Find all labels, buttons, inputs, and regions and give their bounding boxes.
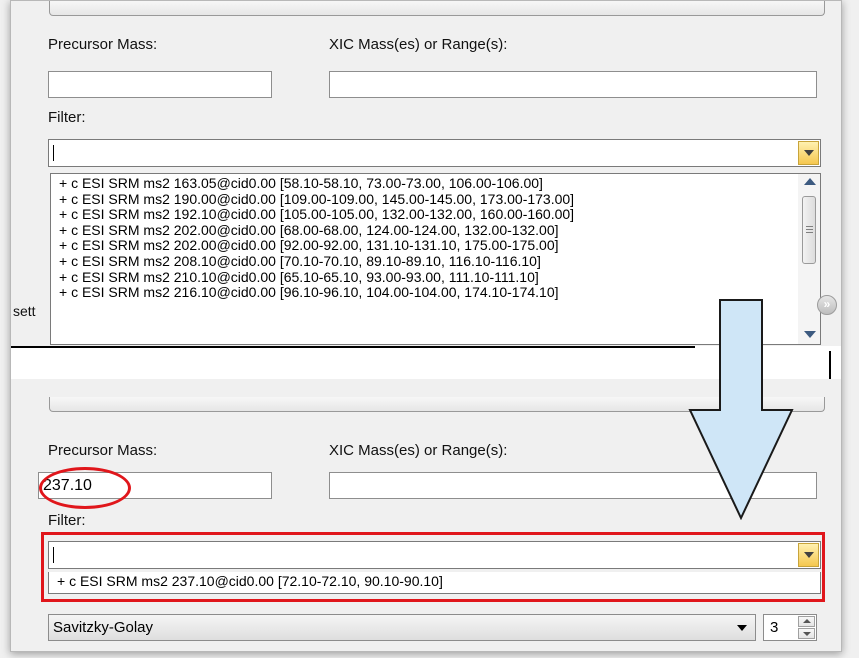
filter-option[interactable]: + c ESI SRM ms2 208.10@cid0.00 [70.10-70… [51, 253, 820, 270]
precursor-mass-input[interactable] [48, 71, 272, 98]
scrollbar-thumb[interactable] [802, 196, 816, 264]
arrow-shape [688, 299, 794, 520]
highlight-oval [39, 467, 131, 509]
filter-label: Filter: [48, 109, 86, 126]
filter-option[interactable]: + c ESI SRM ms2 202.00@cid0.00 [92.00-92… [51, 238, 820, 254]
text-caret [53, 145, 54, 161]
chevron-down-icon[interactable] [737, 625, 747, 631]
settings-tab-label: sett [13, 303, 36, 319]
filter-label: Filter: [48, 512, 86, 529]
filter-list-items: + c ESI SRM ms2 163.05@cid0.00 [58.10-58… [51, 174, 820, 301]
scroll-down-arrow-icon[interactable] [804, 331, 816, 338]
double-chevron-down-icon[interactable]: » [817, 295, 837, 315]
dropdown-arrow-icon [803, 150, 814, 156]
highlight-rectangle [41, 532, 825, 602]
precursor-mass-label: Precursor Mass: [48, 442, 158, 459]
filter-dropdown-button[interactable] [798, 141, 819, 165]
smoothing-points-value: 3 [770, 619, 779, 636]
smoothing-points-stepper[interactable]: 3 [763, 614, 817, 641]
filter-list-scrollbar[interactable] [798, 174, 820, 344]
stepper-buttons [798, 616, 815, 639]
stepper-up-icon[interactable] [798, 616, 815, 627]
xic-mass-label: XIC Mass(es) or Range(s): [329, 442, 508, 459]
smoothing-type-value: Savitzky-Golay [53, 619, 154, 636]
separator-line-top [11, 346, 695, 348]
xic-mass-input[interactable] [329, 71, 817, 98]
scroll-up-arrow-icon[interactable] [804, 178, 816, 185]
grip-line [806, 229, 813, 230]
stepper-down-icon[interactable] [798, 628, 815, 639]
group-box-top-strip [49, 1, 825, 16]
filter-option[interactable]: + c ESI SRM ms2 202.00@cid0.00 [68.00-68… [51, 222, 820, 239]
grip-line [806, 226, 813, 227]
filter-option[interactable]: + c ESI SRM ms2 163.05@cid0.00 [58.10-58… [51, 175, 820, 192]
filter-combobox[interactable] [48, 139, 821, 167]
separator-line-right [829, 351, 831, 379]
xic-mass-label: XIC Mass(es) or Range(s): [329, 36, 508, 53]
down-arrow-icon [688, 299, 794, 520]
screenshot-frame: Precursor Mass: XIC Mass(es) or Range(s)… [10, 0, 842, 652]
grip-line [806, 232, 813, 233]
smoothing-type-select[interactable]: Savitzky-Golay [48, 614, 756, 641]
top-panel: Precursor Mass: XIC Mass(es) or Range(s)… [11, 1, 841, 346]
filter-option[interactable]: + c ESI SRM ms2 210.10@cid0.00 [65.10-65… [51, 269, 820, 286]
filter-option[interactable]: + c ESI SRM ms2 192.10@cid0.00 [105.00-1… [51, 207, 820, 223]
filter-option[interactable]: + c ESI SRM ms2 190.00@cid0.00 [109.00-1… [51, 191, 820, 208]
precursor-mass-label: Precursor Mass: [48, 36, 158, 53]
